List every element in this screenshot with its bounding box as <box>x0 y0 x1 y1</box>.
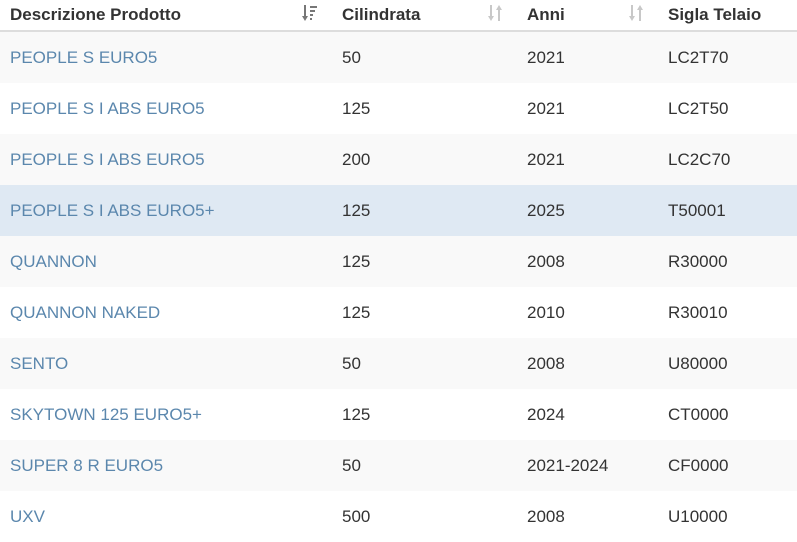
cell-anni: 2008 <box>527 251 565 271</box>
sort-both-icon[interactable] <box>626 4 646 28</box>
table-row[interactable]: SKYTOWN 125 EURO5+ 125 2024 CT0000 <box>0 389 797 440</box>
cell-cilindrata: 500 <box>342 506 371 526</box>
cell-anni: 2021 <box>527 98 565 118</box>
cell-cilindrata: 125 <box>342 251 371 271</box>
table-row[interactable]: UXV 500 2008 U10000 <box>0 491 797 542</box>
table-row[interactable]: QUANNON NAKED 125 2010 R30010 <box>0 287 797 338</box>
cell-product: PEOPLE S EURO5 <box>0 31 332 83</box>
cell-cilindrata: 50 <box>342 47 361 67</box>
cell-product: SKYTOWN 125 EURO5+ <box>0 389 332 440</box>
cell-cilindrata: 200 <box>342 149 371 169</box>
product-link[interactable]: PEOPLE S I ABS EURO5 <box>10 99 205 118</box>
column-header-label: Sigla Telaio <box>668 5 762 24</box>
cell-cilindrata: 50 <box>342 353 361 373</box>
table-row[interactable]: PEOPLE S I ABS EURO5 125 2021 LC2T50 <box>0 83 797 134</box>
cell-telaio: U80000 <box>668 353 728 373</box>
product-link[interactable]: SUPER 8 R EURO5 <box>10 456 163 475</box>
sort-amount-down-icon[interactable] <box>300 4 320 28</box>
product-link[interactable]: SENTO <box>10 354 68 373</box>
cell-telaio: T50001 <box>668 200 726 220</box>
table-row[interactable]: PEOPLE S I ABS EURO5 200 2021 LC2C70 <box>0 134 797 185</box>
table-row[interactable]: PEOPLE S EURO5 50 2021 LC2T70 <box>0 31 797 83</box>
cell-telaio: LC2C70 <box>668 149 731 169</box>
column-header-label: Anni <box>527 5 565 24</box>
product-link[interactable]: PEOPLE S EURO5 <box>10 48 157 67</box>
column-header-cilindrata[interactable]: Cilindrata <box>332 0 517 32</box>
product-link[interactable]: QUANNON <box>10 252 97 271</box>
product-link[interactable]: QUANNON NAKED <box>10 303 160 322</box>
cell-telaio: R30010 <box>668 302 728 322</box>
table-header-row: Descrizione Prodotto Cilindrata Anni Sig… <box>0 0 797 32</box>
cell-anni: 2008 <box>527 353 565 373</box>
cell-cilindrata: 125 <box>342 98 371 118</box>
column-header-label: Descrizione Prodotto <box>10 5 181 24</box>
cell-cilindrata: 50 <box>342 455 361 475</box>
cell-anni: 2021 <box>527 47 565 67</box>
cell-product: QUANNON <box>0 236 332 287</box>
cell-telaio: LC2T50 <box>668 98 729 118</box>
column-header-anni[interactable]: Anni <box>517 0 658 32</box>
cell-product: UXV <box>0 491 332 542</box>
table-row[interactable]: SUPER 8 R EURO5 50 2021-2024 CF0000 <box>0 440 797 491</box>
cell-product: QUANNON NAKED <box>0 287 332 338</box>
cell-product: SENTO <box>0 338 332 389</box>
cell-anni: 2024 <box>527 404 565 424</box>
cell-product: SUPER 8 R EURO5 <box>0 440 332 491</box>
sort-both-icon[interactable] <box>485 4 505 28</box>
cell-telaio: CF0000 <box>668 455 729 475</box>
column-header-descrizione[interactable]: Descrizione Prodotto <box>0 0 332 32</box>
table-row[interactable]: QUANNON 125 2008 R30000 <box>0 236 797 287</box>
cell-product: PEOPLE S I ABS EURO5+ <box>0 185 332 236</box>
cell-telaio: CT0000 <box>668 404 729 424</box>
cell-cilindrata: 125 <box>342 200 371 220</box>
table-row[interactable]: SENTO 50 2008 U80000 <box>0 338 797 389</box>
cell-product: PEOPLE S I ABS EURO5 <box>0 83 332 134</box>
cell-anni: 2008 <box>527 506 565 526</box>
product-link[interactable]: SKYTOWN 125 EURO5+ <box>10 405 202 424</box>
cell-cilindrata: 125 <box>342 404 371 424</box>
cell-anni: 2021 <box>527 149 565 169</box>
cell-anni: 2021-2024 <box>527 455 609 475</box>
product-table: Descrizione Prodotto Cilindrata Anni Sig… <box>0 0 797 542</box>
cell-product: PEOPLE S I ABS EURO5 <box>0 134 332 185</box>
table-row-highlighted[interactable]: PEOPLE S I ABS EURO5+ 125 2025 T50001 <box>0 185 797 236</box>
column-header-sigla-telaio[interactable]: Sigla Telaio <box>658 0 797 32</box>
product-link[interactable]: PEOPLE S I ABS EURO5 <box>10 150 205 169</box>
column-header-label: Cilindrata <box>342 5 421 24</box>
cell-telaio: LC2T70 <box>668 47 729 67</box>
cell-telaio: R30000 <box>668 251 728 271</box>
cell-anni: 2025 <box>527 200 565 220</box>
cell-cilindrata: 125 <box>342 302 371 322</box>
cell-telaio: U10000 <box>668 506 728 526</box>
cell-anni: 2010 <box>527 302 565 322</box>
product-link[interactable]: UXV <box>10 507 45 526</box>
product-link[interactable]: PEOPLE S I ABS EURO5+ <box>10 201 215 220</box>
